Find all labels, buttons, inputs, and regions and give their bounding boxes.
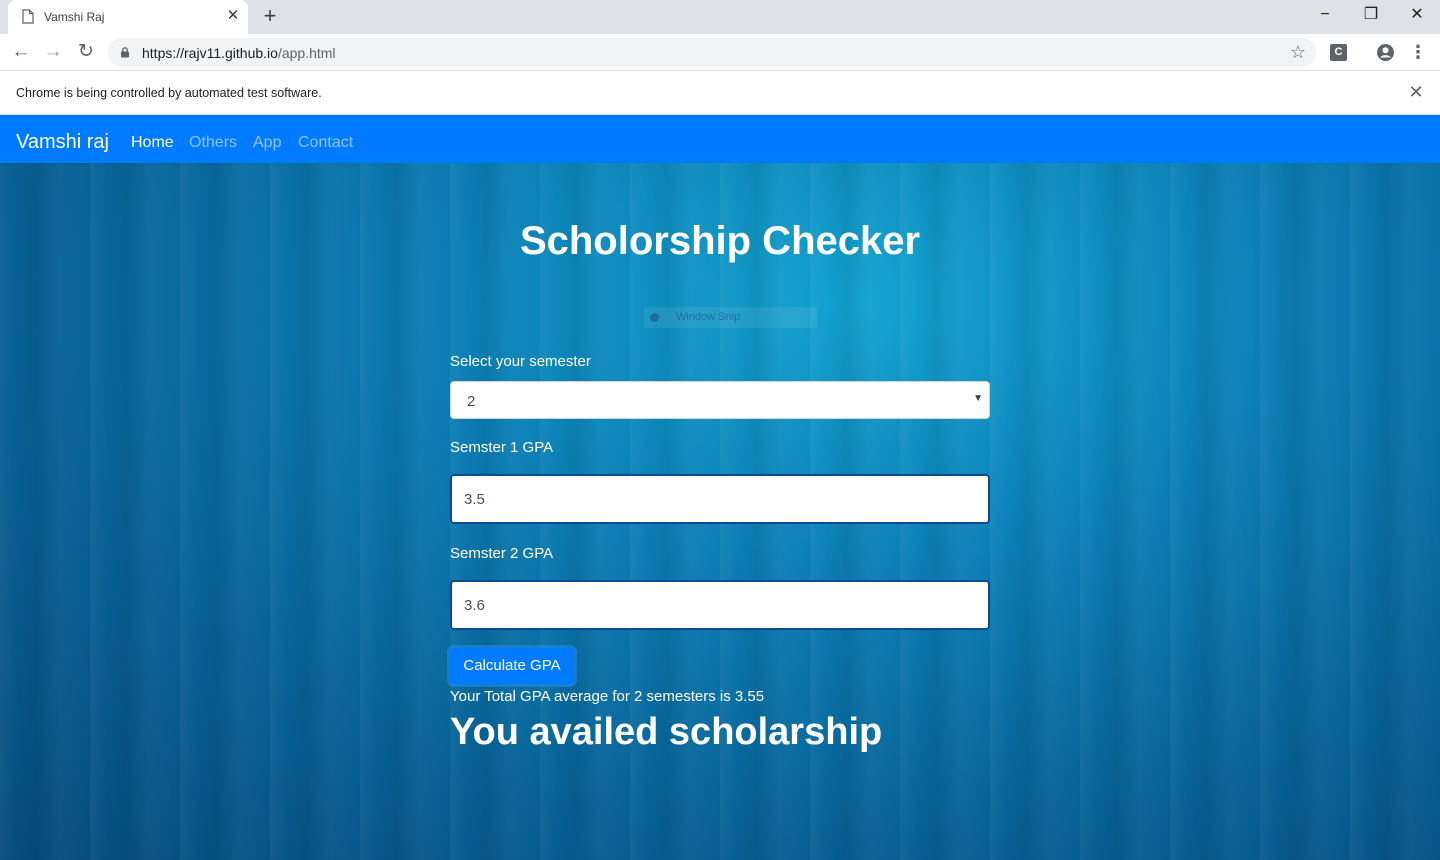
page-viewport: Vamshi raj Home Others App Contact Schol… [0,115,1440,860]
window-close-icon[interactable]: ✕ [1394,0,1440,30]
page-title: Scholorship Checker [519,219,921,263]
chevron-down-icon: ▼ [973,393,983,404]
tab-strip: Vamshi Raj ✕ + − ❐ ✕ [0,0,1440,34]
minimize-icon[interactable]: − [1302,0,1348,30]
semester-select[interactable]: 2 ▼ [450,381,990,419]
address-bar[interactable]: https://rajv11.github.io/app.html ☆ [108,38,1316,67]
tab-close-icon[interactable]: ✕ [224,7,242,25]
nav-link-app[interactable]: App [253,134,281,152]
tab-title: Vamshi Raj [44,10,105,24]
navbar-brand[interactable]: Vamshi raj [16,131,109,154]
reload-icon[interactable]: ↻ [73,39,99,65]
profile-avatar-icon[interactable] [1376,43,1395,62]
semester-label: Select your semester [450,353,591,370]
url-path: /app.html [277,45,336,61]
url-host: https://rajv11.github.io [142,45,278,61]
infobar-close-icon[interactable]: ✕ [1406,82,1426,102]
gpa-value-1: 3.5 [464,491,485,508]
calculate-gpa-button[interactable]: Calculate GPA [450,648,574,684]
page-icon [22,9,34,24]
lock-icon [121,47,129,58]
gpa-value-2: 3.6 [464,597,485,614]
snip-label: Window Snip [676,311,741,323]
browser-tab[interactable]: Vamshi Raj ✕ [8,0,248,34]
browser-toolbar: ← → ↻ https://rajv11.github.io/app.html … [0,34,1440,71]
gpa-label-2: Semster 2 GPA [450,545,554,562]
restore-icon[interactable]: ❐ [1348,0,1394,30]
back-icon[interactable]: ← [8,39,34,65]
gpa-result-text: Your Total GPA average for 2 semesters i… [450,688,765,705]
browser-menu-icon[interactable]: ⋮ [1408,40,1428,64]
extension-icon[interactable]: C [1330,44,1347,61]
snip-icon [650,313,659,322]
gpa-input-2[interactable]: 3.6 [450,580,990,630]
nav-link-home[interactable]: Home [131,134,174,152]
automation-infobar: Chrome is being controlled by automated … [0,71,1440,115]
window-snip-overlay: Window Snip [644,307,817,328]
url-text: https://rajv11.github.io/app.html [142,45,336,61]
gpa-label-1: Semster 1 GPA [450,439,554,456]
new-tab-icon[interactable]: + [258,5,282,29]
semester-value: 2 [467,393,476,410]
nav-link-contact[interactable]: Contact [298,134,353,152]
site-navbar: Vamshi raj Home Others App Contact [0,115,1440,163]
bookmark-star-icon[interactable]: ☆ [1290,42,1306,62]
nav-link-others[interactable]: Others [189,134,237,152]
forward-icon[interactable]: → [40,39,66,65]
scholarship-result-heading: You availed scholarship [450,711,883,753]
infobar-message: Chrome is being controlled by automated … [16,86,322,100]
gpa-input-1[interactable]: 3.5 [450,474,990,524]
